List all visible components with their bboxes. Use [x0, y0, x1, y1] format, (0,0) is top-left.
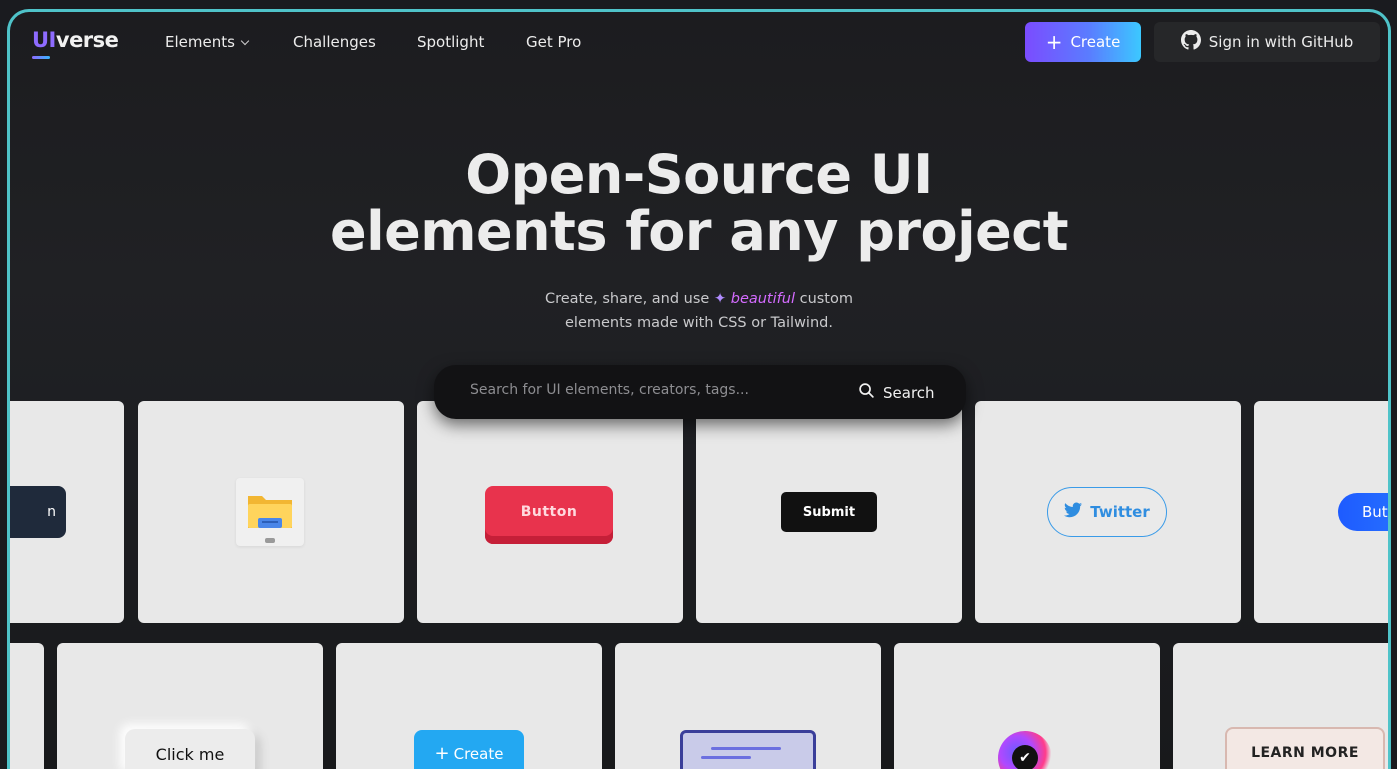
click-me-label: Click me	[155, 744, 225, 764]
element-card-folder[interactable]	[138, 401, 404, 623]
folder-icon	[248, 496, 292, 543]
submit-button-label: Submit	[802, 504, 856, 520]
hero-subtitle: Create, share, and use ✦ beautiful custo…	[10, 287, 1388, 335]
submit-button-preview[interactable]: Submit	[781, 492, 877, 532]
nav-get-pro[interactable]: Get Pro	[526, 33, 581, 51]
search-button-label: Search	[883, 383, 935, 402]
element-card-click-me[interactable]: Click me	[57, 643, 323, 769]
hero-sub-line2: elements made with CSS or Tailwind.	[565, 315, 833, 331]
search-bar: Search	[434, 365, 966, 419]
search-icon	[858, 382, 875, 403]
twitter-bird-icon	[1064, 502, 1083, 522]
create-preview-label: Create	[453, 745, 504, 763]
element-card-checkbox[interactable]: ✔	[894, 643, 1160, 769]
folder-preview[interactable]	[236, 478, 304, 546]
plus-icon: +	[1045, 30, 1063, 54]
hero-title-line2: elements for any project	[329, 200, 1069, 263]
element-card-create[interactable]: + Create	[336, 643, 602, 769]
learn-more-button-preview[interactable]: LEARN MORE	[1225, 727, 1385, 769]
red-button-preview[interactable]: Button	[485, 486, 613, 544]
nav-challenges[interactable]: Challenges	[293, 33, 376, 51]
element-card-partial-left[interactable]: n	[10, 401, 124, 623]
element-card-window[interactable]	[615, 643, 881, 769]
dark-button-label: n	[47, 504, 56, 520]
element-card-submit[interactable]: Submit	[696, 401, 962, 623]
hero-sub-post: custom	[799, 291, 853, 307]
plus-icon: +	[434, 743, 450, 764]
github-icon	[1180, 30, 1201, 54]
uiverse-logo[interactable]: UIverse	[32, 28, 119, 59]
glow-checkbox-preview[interactable]: ✔	[998, 731, 1052, 769]
element-card-twitter[interactable]: Twitter	[975, 401, 1241, 623]
create-button[interactable]: + Create	[1025, 22, 1141, 62]
window-line	[711, 747, 781, 750]
nav-elements-label: Elements	[165, 33, 235, 51]
create-button-preview[interactable]: + Create	[414, 730, 524, 769]
hero-sub-highlight: beautiful	[730, 291, 795, 307]
check-icon: ✔	[1012, 745, 1038, 769]
hero-title-line1: Open-Source UI	[465, 143, 933, 206]
chevron-down-icon	[240, 36, 250, 46]
hero-sub-pre: Create, share, and use	[544, 291, 710, 307]
red-button-label: Button	[520, 504, 578, 520]
element-card-red-button[interactable]: Button	[417, 401, 683, 623]
create-button-label: Create	[1070, 33, 1121, 51]
app-frame: UIverse Elements Challenges Spotlight Ge…	[7, 9, 1391, 769]
github-signin-button[interactable]: Sign in with GitHub	[1154, 22, 1380, 62]
search-input[interactable]	[470, 382, 810, 398]
logo-ui-text: UI	[32, 28, 56, 52]
learn-more-label: LEARN MORE	[1251, 745, 1359, 761]
top-nav: UIverse Elements Challenges Spotlight Ge…	[10, 12, 1388, 74]
element-card-partial-left-2[interactable]	[10, 643, 44, 769]
nav-elements[interactable]: Elements	[165, 33, 250, 51]
github-signin-label: Sign in with GitHub	[1208, 33, 1354, 51]
element-card-blue-button[interactable]: Butt	[1254, 401, 1391, 623]
dark-button-preview[interactable]: n	[10, 486, 66, 538]
blue-button-label: Butt	[1362, 503, 1391, 521]
nav-spotlight[interactable]: Spotlight	[417, 33, 484, 51]
search-button[interactable]: Search	[858, 382, 935, 403]
logo-verse-text: verse	[55, 28, 119, 52]
click-me-button-preview[interactable]: Click me	[125, 729, 255, 769]
twitter-button-label: Twitter	[1090, 503, 1150, 521]
window-preview[interactable]	[680, 730, 816, 769]
blue-button-preview[interactable]: Butt	[1338, 493, 1391, 531]
twitter-button-preview[interactable]: Twitter	[1047, 487, 1167, 537]
element-card-learn-more[interactable]: LEARN MORE	[1173, 643, 1388, 769]
sparkle-icon: ✦	[713, 291, 727, 307]
logo-underline	[32, 56, 50, 59]
window-line	[701, 756, 751, 759]
